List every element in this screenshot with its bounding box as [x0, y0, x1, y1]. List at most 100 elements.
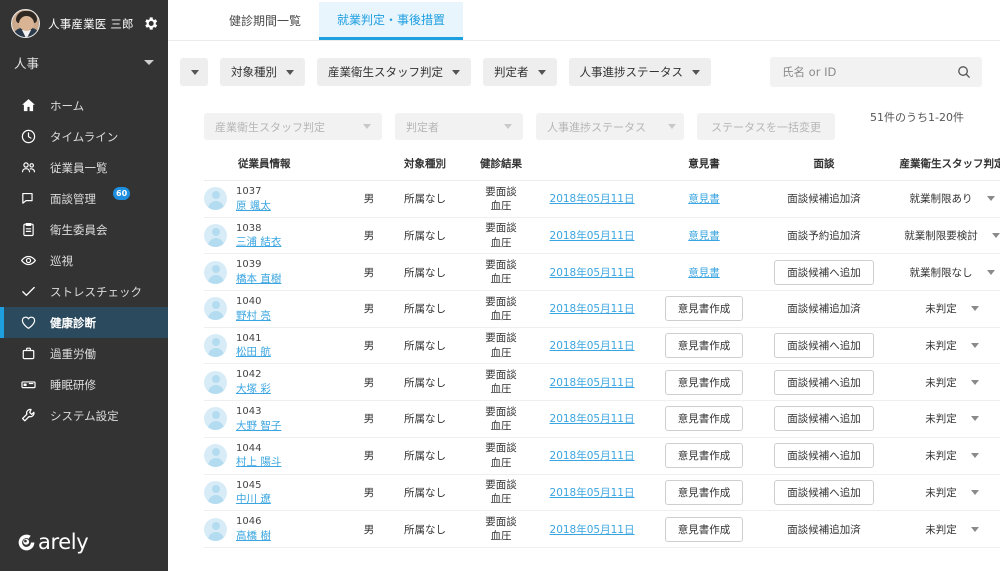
add-interview-candidate-button[interactable]: 面談候補へ追加: [774, 333, 874, 358]
interview-cell: 面談候補へ追加: [760, 401, 888, 438]
chevron-down-icon: [144, 60, 154, 65]
add-interview-candidate-button[interactable]: 面談候補へ追加: [774, 406, 874, 431]
header-spacer: [354, 156, 384, 181]
judgment-dropdown[interactable]: 未判定: [888, 485, 1000, 500]
checkup-result: 要面談血圧: [466, 254, 536, 291]
employee-sex: 男: [354, 217, 384, 254]
filter-judge[interactable]: 判定者: [483, 58, 557, 86]
target-type: 所属なし: [384, 217, 466, 254]
gear-icon[interactable]: [142, 15, 159, 32]
user-name: 人事産業医 三郎: [48, 16, 134, 32]
sidebar-item-timeline[interactable]: タイムライン: [0, 121, 168, 152]
create-opinion-button[interactable]: 意見書作成: [665, 480, 744, 505]
employee-name-link[interactable]: 原 颯太: [236, 199, 271, 213]
judgment-dropdown[interactable]: 未判定: [888, 301, 1000, 316]
tab-work-judgment[interactable]: 就業判定・事後措置: [319, 2, 463, 40]
staff-judgment-cell: 未判定: [888, 474, 1000, 511]
sidebar-item-home[interactable]: ホーム: [0, 90, 168, 121]
filter-period[interactable]: [180, 58, 208, 86]
table-body: 1037原 颯太男所属なし要面談血圧2018年05月11日意見書面談候補追加済就…: [204, 181, 1000, 548]
sidebar-item-sleep-training[interactable]: 睡眠研修: [0, 369, 168, 400]
employee-info-cell: 1043大野 智子: [204, 401, 354, 438]
opinion-cell: 意見書: [648, 254, 760, 291]
table-row: 1046高橋 樹男所属なし要面談血圧2018年05月11日意見書作成面談候補追加…: [204, 511, 1000, 548]
judgment-dropdown[interactable]: 未判定: [888, 375, 1000, 390]
create-opinion-button[interactable]: 意見書作成: [665, 443, 744, 468]
judgment-dropdown[interactable]: 就業制限なし: [888, 265, 1000, 280]
employee-name-link[interactable]: 中川 遼: [236, 492, 271, 506]
interview-cell: 面談候補追加済: [760, 181, 888, 218]
judgment-dropdown[interactable]: 就業制限あり: [888, 191, 1000, 206]
checkup-date-link[interactable]: 2018年05月11日: [550, 413, 635, 425]
judgment-dropdown[interactable]: 未判定: [888, 448, 1000, 463]
employee-name-link[interactable]: 大塚 彩: [236, 382, 271, 396]
employee-info-cell: 1046高橋 樹: [204, 511, 354, 548]
employee-name-link[interactable]: 三浦 結衣: [236, 235, 281, 249]
judgment-dropdown[interactable]: 未判定: [888, 522, 1000, 537]
opinion-cell: 意見書作成: [648, 401, 760, 438]
add-interview-candidate-button[interactable]: 面談候補へ追加: [774, 443, 874, 468]
search-icon[interactable]: [956, 64, 972, 80]
search-input[interactable]: [770, 57, 982, 87]
checkup-date-link[interactable]: 2018年05月11日: [550, 193, 635, 205]
add-interview-candidate-button[interactable]: 面談候補へ追加: [774, 480, 874, 505]
sidebar-item-stress-check[interactable]: ストレスチェック: [0, 276, 168, 307]
employee-name-link[interactable]: 野村 亮: [236, 309, 271, 323]
opinion-link[interactable]: 意見書: [688, 230, 720, 242]
sidebar-item-patrol[interactable]: 巡視: [0, 245, 168, 276]
table-row: 1044村上 陽斗男所属なし要面談血圧2018年05月11日意見書作成面談候補へ…: [204, 437, 1000, 474]
add-interview-candidate-button[interactable]: 面談候補へ追加: [774, 260, 874, 285]
checkup-date-link[interactable]: 2018年05月11日: [550, 487, 635, 499]
employee-name-link[interactable]: 高橋 樹: [236, 529, 271, 543]
tab-checkup-periods[interactable]: 健診期間一覧: [211, 2, 319, 40]
filter-staff-judgment[interactable]: 産業衛生スタッフ判定: [317, 58, 471, 86]
checkup-date-link[interactable]: 2018年05月11日: [550, 524, 635, 536]
checkup-result: 要面談血圧: [466, 217, 536, 254]
employee-name-link[interactable]: 松田 航: [236, 345, 271, 359]
notification-badge: 60: [113, 187, 130, 200]
checkup-date-link[interactable]: 2018年05月11日: [550, 377, 635, 389]
checkup-date-link[interactable]: 2018年05月11日: [550, 267, 635, 279]
checkup-date-link[interactable]: 2018年05月11日: [550, 303, 635, 315]
filter-target-type[interactable]: 対象種別: [220, 58, 305, 86]
judgment-dropdown[interactable]: 未判定: [888, 411, 1000, 426]
user-profile[interactable]: 人事産業医 三郎: [0, 0, 168, 47]
opinion-link[interactable]: 意見書: [688, 267, 720, 279]
employee-name-link[interactable]: 村上 陽斗: [236, 455, 281, 469]
checkup-date-link[interactable]: 2018年05月11日: [550, 340, 635, 352]
checkup-date-link[interactable]: 2018年05月11日: [550, 230, 635, 242]
org-selector[interactable]: 人事: [0, 47, 168, 82]
create-opinion-button[interactable]: 意見書作成: [665, 296, 744, 321]
sidebar-item-health-committee[interactable]: 衛生委員会: [0, 214, 168, 245]
table-row: 1042大塚 彩男所属なし要面談血圧2018年05月11日意見書作成面談候補へ追…: [204, 364, 1000, 401]
judgment-dropdown[interactable]: 就業制限要検討: [888, 228, 1000, 243]
chevron-down-icon: [668, 124, 676, 129]
sidebar-item-health-checkup[interactable]: 健康診断: [0, 307, 168, 338]
create-opinion-button[interactable]: 意見書作成: [665, 333, 744, 358]
add-interview-candidate-button[interactable]: 面談候補へ追加: [774, 370, 874, 395]
sidebar-item-interviews[interactable]: 面談管理 60: [0, 183, 168, 214]
chevron-down-icon: [987, 196, 995, 201]
create-opinion-button[interactable]: 意見書作成: [665, 370, 744, 395]
sidebar-item-system-settings[interactable]: システム設定: [0, 400, 168, 431]
employee-sex: 男: [354, 291, 384, 328]
sidebar-item-employees[interactable]: 従業員一覧: [0, 152, 168, 183]
employee-info-cell: 1042大塚 彩: [204, 364, 354, 401]
header-target-type: 対象種別: [384, 156, 466, 181]
sidebar-item-overwork[interactable]: 過重労働: [0, 338, 168, 369]
opinion-link[interactable]: 意見書: [688, 193, 720, 205]
filter-hr-status[interactable]: 人事進捗ステータス: [569, 58, 712, 86]
result-date-cell: 2018年05月11日: [536, 437, 648, 474]
bulk-select-staff-judgment[interactable]: 産業衛生スタッフ判定: [204, 113, 382, 140]
employee-name-link[interactable]: 橋本 直樹: [236, 272, 281, 286]
briefcase-icon: [20, 345, 37, 362]
bulk-update-status-button[interactable]: ステータスを一括変更: [697, 113, 835, 140]
judgment-dropdown[interactable]: 未判定: [888, 338, 1000, 353]
bulk-select-hr-status[interactable]: 人事進捗ステータス: [536, 113, 684, 140]
create-opinion-button[interactable]: 意見書作成: [665, 406, 744, 431]
employee-info-cell: 1040野村 亮: [204, 291, 354, 328]
employee-name-link[interactable]: 大野 智子: [236, 419, 281, 433]
checkup-date-link[interactable]: 2018年05月11日: [550, 450, 635, 462]
bulk-select-judge[interactable]: 判定者: [395, 113, 523, 140]
create-opinion-button[interactable]: 意見書作成: [665, 517, 744, 542]
